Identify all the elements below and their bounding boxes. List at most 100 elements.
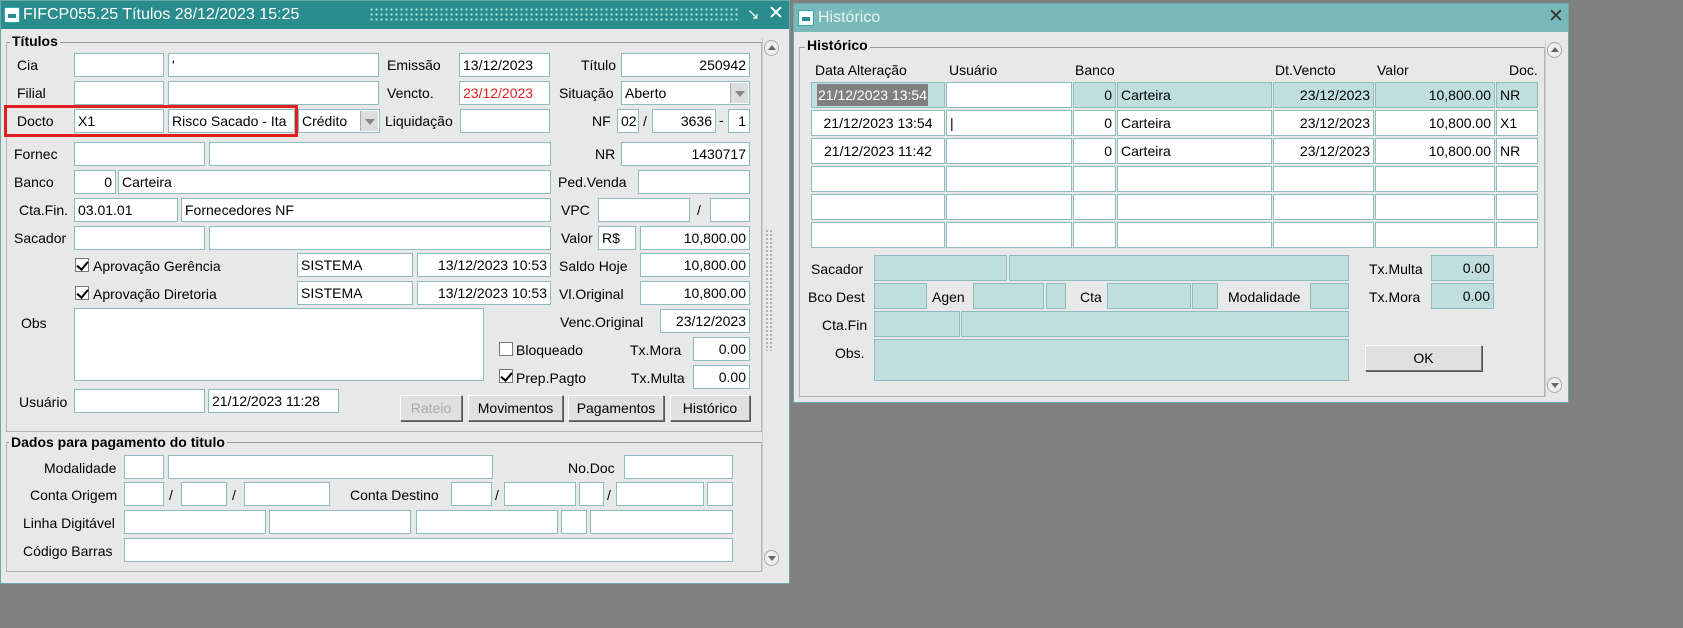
rateio-button[interactable]: Rateio [400,395,462,421]
table-row-5-valor[interactable] [1375,194,1495,220]
close-icon[interactable]: ✕ [1548,7,1564,27]
table-row-1-usuario[interactable] [946,82,1072,108]
table-row-6-banco[interactable] [1117,222,1272,248]
chevron-down-icon[interactable] [360,111,378,131]
table-row-4-usuario[interactable] [946,166,1072,192]
vencto-input[interactable]: 23/12/2023 [459,81,550,105]
sacador-name-input[interactable] [209,226,551,250]
aprovacao-gerencia-checkbox[interactable] [75,258,89,272]
table-row-2-usuario[interactable]: | [946,110,1072,136]
vl-original-input[interactable]: 10,800.00 [640,281,750,305]
linha-digitavel-input-2[interactable] [269,510,411,534]
table-row-5-banco[interactable] [1117,194,1272,220]
table-row-5-banco-cod[interactable] [1073,194,1116,220]
no-doc-input[interactable] [624,455,733,479]
table-row-4-valor[interactable] [1375,166,1495,192]
ok-button[interactable]: OK [1365,345,1482,371]
filial-code-input[interactable] [74,81,164,105]
nf-numero-input[interactable]: 3636 [652,109,716,133]
table-row-3-usuario[interactable] [946,138,1072,164]
pagamentos-button[interactable]: Pagamentos [568,395,664,421]
table-row-3-banco-cod[interactable]: 0 [1073,138,1116,164]
emissao-input[interactable]: 13/12/2023 [459,53,550,77]
table-row-1-doc[interactable]: NR [1496,82,1538,108]
table-row-6-usuario[interactable] [946,222,1072,248]
banco-code-input[interactable]: 0 [74,170,116,194]
conta-destino-input-3[interactable] [579,482,604,506]
linha-digitavel-input-4[interactable] [561,510,587,534]
table-row-6-doc[interactable] [1496,222,1538,248]
scroll-up-icon[interactable] [764,40,779,56]
codigo-barras-input[interactable] [124,538,733,562]
valor-moeda-input[interactable]: R$ [598,226,636,250]
sacador-code-input[interactable] [74,226,205,250]
titulo-input[interactable]: 250942 [621,53,750,77]
table-row-1-data[interactable]: 21/12/2023 13:54 [811,82,945,108]
table-row-5-dt-vencto[interactable] [1273,194,1374,220]
vpc-input-1[interactable] [598,198,690,222]
liquidacao-input[interactable] [460,109,550,133]
aprovacao-diretoria-user[interactable]: SISTEMA [297,281,413,305]
table-row-5-doc[interactable] [1496,194,1538,220]
table-row-5-usuario[interactable] [946,194,1072,220]
aprovacao-diretoria-date[interactable]: 13/12/2023 10:53 [417,281,551,305]
close-icon[interactable]: ✕ [768,4,784,24]
table-row-3-banco[interactable]: Carteira [1117,138,1272,164]
table-row-6-banco-cod[interactable] [1073,222,1116,248]
minimize-icon[interactable]: ↘ [747,5,760,23]
ped-venda-input[interactable] [638,170,750,194]
table-row-5-data[interactable] [811,194,945,220]
scroll-up-icon[interactable] [1547,42,1562,58]
prep-pagto-checkbox[interactable] [499,369,513,383]
table-row-2-data[interactable]: 21/12/2023 13:54 [811,110,945,136]
filial-name-input[interactable] [168,81,379,105]
table-row-3-doc[interactable]: NR [1496,138,1538,164]
nf-parcela-input[interactable]: 1 [728,109,750,133]
nr-input[interactable]: 1430717 [621,142,750,166]
titulos-titlebar[interactable]: FIFCP055.25 Títulos 28/12/2023 15:25 ↘ ✕ [1,1,789,29]
venc-original-input[interactable]: 23/12/2023 [660,309,750,333]
cia-name-input[interactable]: ' [168,53,379,77]
nf-serie-input[interactable]: 02 [617,109,639,133]
table-row-1-banco[interactable]: Carteira [1117,82,1272,108]
cta-fin-code-input[interactable]: 03.01.01 [74,198,178,222]
conta-destino-input-2[interactable] [504,482,576,506]
conta-origem-input-3[interactable] [244,482,330,506]
movimentos-button[interactable]: Movimentos [468,395,563,421]
linha-digitavel-input-5[interactable] [590,510,733,534]
table-row-2-valor[interactable]: 10,800.00 [1375,110,1495,136]
conta-destino-input-5[interactable] [707,482,733,506]
table-row-3-data[interactable]: 21/12/2023 11:42 [811,138,945,164]
fornec-code-input[interactable] [74,142,205,166]
chevron-down-icon[interactable] [730,83,748,103]
fornec-name-input[interactable] [209,142,551,166]
banco-name-input[interactable]: Carteira [118,170,551,194]
table-row-2-banco-cod[interactable]: 0 [1073,110,1116,136]
modalidade-code-input[interactable] [124,455,164,479]
cia-code-input[interactable] [74,53,164,77]
tx-multa-input[interactable]: 0.00 [693,365,750,389]
modalidade-name-input[interactable] [168,455,493,479]
table-row-4-data[interactable] [811,166,945,192]
scroll-down-icon[interactable] [764,550,779,566]
scroll-down-icon[interactable] [1547,377,1562,393]
vpc-input-2[interactable] [710,198,750,222]
table-row-4-dt-vencto[interactable] [1273,166,1374,192]
tx-mora-input[interactable]: 0.00 [693,337,750,361]
usuario-name-input[interactable] [74,389,205,413]
table-row-4-banco-cod[interactable] [1073,166,1116,192]
conta-destino-input-4[interactable] [616,482,704,506]
table-row-3-dt-vencto[interactable]: 23/12/2023 [1273,138,1374,164]
valor-input[interactable]: 10,800.00 [640,226,750,250]
right-vertical-scrollbar[interactable] [1545,40,1563,397]
historico-button[interactable]: Histórico [670,395,750,421]
linha-digitavel-input-1[interactable] [124,510,266,534]
conta-origem-input-1[interactable] [124,482,164,506]
table-row-2-dt-vencto[interactable]: 23/12/2023 [1273,110,1374,136]
table-row-4-banco[interactable] [1117,166,1272,192]
cta-fin-name-input[interactable]: Fornecedores NF [181,198,551,222]
docto-type-select[interactable]: Crédito [298,109,380,133]
bloqueado-checkbox[interactable] [499,342,513,356]
table-row-4-doc[interactable] [1496,166,1538,192]
aprovacao-gerencia-user[interactable]: SISTEMA [297,253,413,277]
